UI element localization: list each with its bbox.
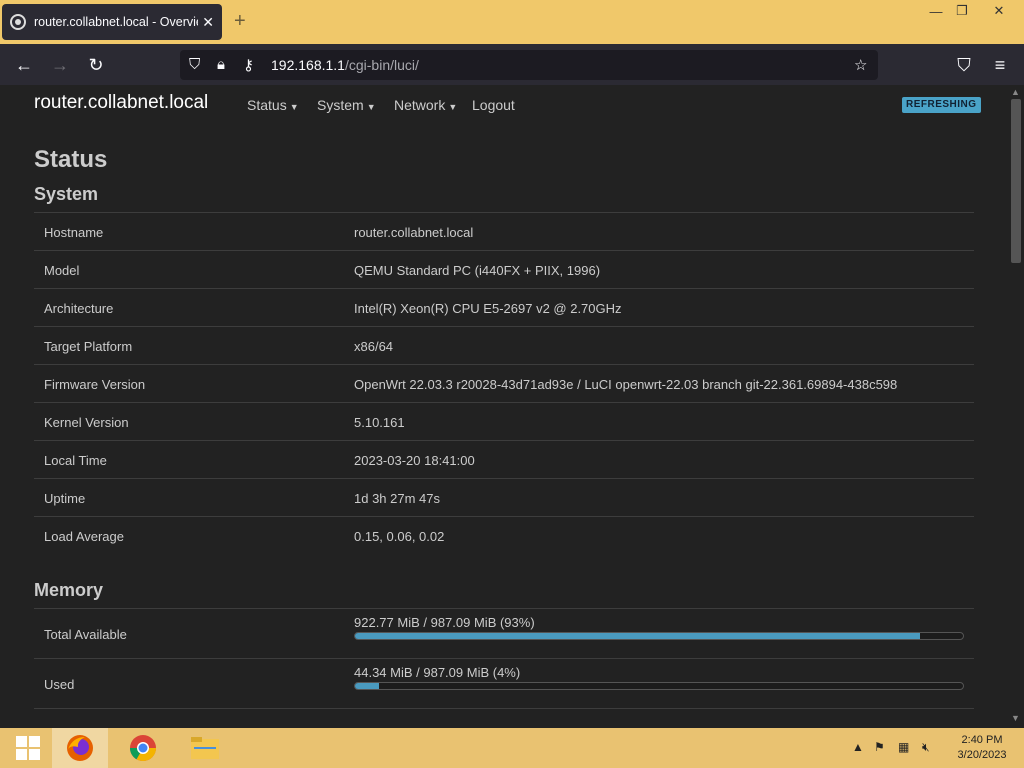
memory-progress: 44.34 MiB / 987.09 MiB (4%) (354, 665, 964, 690)
table-row: Model QEMU Standard PC (i440FX + PIIX, 19… (34, 250, 974, 288)
system-heading: System (34, 184, 99, 204)
progress-fill (355, 683, 380, 689)
pocket-icon[interactable]: ⛉ (951, 52, 977, 78)
forward-arrow-icon[interactable]: → (47, 52, 73, 78)
url-text[interactable]: 192.168.1.1/cgi-bin/luci/ (271, 57, 419, 73)
chrome-icon[interactable] (115, 728, 171, 768)
progress-fill (355, 633, 921, 639)
browser-tab-active[interactable]: router.collabnet.local - Overview ✕ (2, 4, 222, 40)
chevron-down-icon: ▼ (448, 102, 458, 112)
browser-navbar: ← → ↻ ⛉ 🔒︎ ⚷ 192.168.1.1/cgi-bin/luci/ ☆… (0, 44, 1024, 85)
chevron-down-icon: ▼ (366, 102, 376, 112)
tab-close-icon[interactable]: ✕ (202, 14, 214, 31)
luci-page: router.collabnet.local Status ▼ System ▼ N… (0, 85, 1008, 728)
chevron-down-icon: ▼ (289, 102, 299, 112)
page-title: Status (34, 146, 108, 173)
volume-muted-icon[interactable]: 🔇︎ (922, 740, 930, 755)
table-row: Firmware Version OpenWrt 22.03.3 r20028-4… (34, 364, 974, 402)
bookmark-star-icon[interactable]: ☆ (854, 56, 867, 74)
table-row: Load Average 0.15, 0.06, 0.02 (34, 516, 974, 554)
table-row: Kernel Version 5.10.161 (34, 402, 974, 440)
network-icon[interactable]: ▦ (898, 740, 909, 754)
hamburger-menu-icon[interactable]: ≡ (987, 52, 1013, 78)
memory-heading: Memory (34, 580, 104, 600)
windows-taskbar: ▲ ⚑ ▦ 🔇︎ 2:40 PM 3/20/2023 (0, 728, 1024, 768)
system-table: Hostname router.collabnet.local Model QEMU… (34, 212, 974, 554)
firefox-icon[interactable] (52, 728, 108, 768)
table-row: Used 44.34 MiB / 987.09 MiB (4%) (34, 658, 974, 708)
back-arrow-icon[interactable]: ← (11, 52, 37, 78)
table-row: Uptime 1d 3h 27m 47s (34, 478, 974, 516)
tab-title: router.collabnet.local - Overview (34, 15, 199, 29)
menu-network[interactable]: Network ▼ (394, 97, 457, 113)
page-scrollbar[interactable]: ▲ ▼ (1008, 85, 1024, 728)
table-row (34, 708, 974, 728)
scroll-up-icon[interactable]: ▲ (1011, 87, 1020, 97)
memory-table: Total Available 922.77 MiB / 987.09 MiB … (34, 608, 974, 728)
reload-icon[interactable]: ↻ (83, 52, 109, 78)
show-hidden-icons-icon[interactable]: ▲ (852, 740, 864, 754)
system-clock[interactable]: 2:40 PM 3/20/2023 (950, 733, 1014, 763)
window-close-button[interactable]: ✕ (981, 0, 1017, 22)
menu-system[interactable]: System ▼ (317, 97, 376, 113)
menu-status[interactable]: Status ▼ (247, 97, 299, 113)
table-row: Hostname router.collabnet.local (34, 212, 974, 250)
table-row: Target Platform x86/64 (34, 326, 974, 364)
file-explorer-icon[interactable] (177, 728, 233, 768)
table-row: Local Time 2023-03-20 18:41:00 (34, 440, 974, 478)
menu-logout[interactable]: Logout (472, 97, 515, 113)
router-favicon-icon (10, 14, 26, 30)
table-row: Total Available 922.77 MiB / 987.09 MiB … (34, 608, 974, 658)
url-bar[interactable]: ⛉ 🔒︎ ⚷ 192.168.1.1/cgi-bin/luci/ ☆ (180, 50, 878, 80)
scroll-thumb[interactable] (1011, 99, 1021, 263)
key-icon[interactable]: ⚷ (243, 56, 254, 74)
memory-progress: 922.77 MiB / 987.09 MiB (93%) (354, 615, 964, 640)
refreshing-badge[interactable]: REFRESHING (902, 97, 981, 113)
flag-icon[interactable]: ⚑ (874, 740, 885, 754)
brand-title[interactable]: router.collabnet.local (34, 92, 208, 114)
lock-icon[interactable]: 🔒︎ (217, 56, 225, 73)
window-restore-button[interactable]: ❐ (944, 0, 980, 22)
table-row: Architecture Intel(R) Xeon(R) CPU E5-2697… (34, 288, 974, 326)
windows-start-icon[interactable] (0, 728, 56, 768)
browser-titlebar: router.collabnet.local - Overview ✕ + — … (0, 0, 1024, 44)
scroll-down-icon[interactable]: ▼ (1011, 713, 1020, 723)
shield-icon[interactable]: ⛉ (189, 56, 200, 73)
new-tab-button[interactable]: + (234, 10, 246, 33)
